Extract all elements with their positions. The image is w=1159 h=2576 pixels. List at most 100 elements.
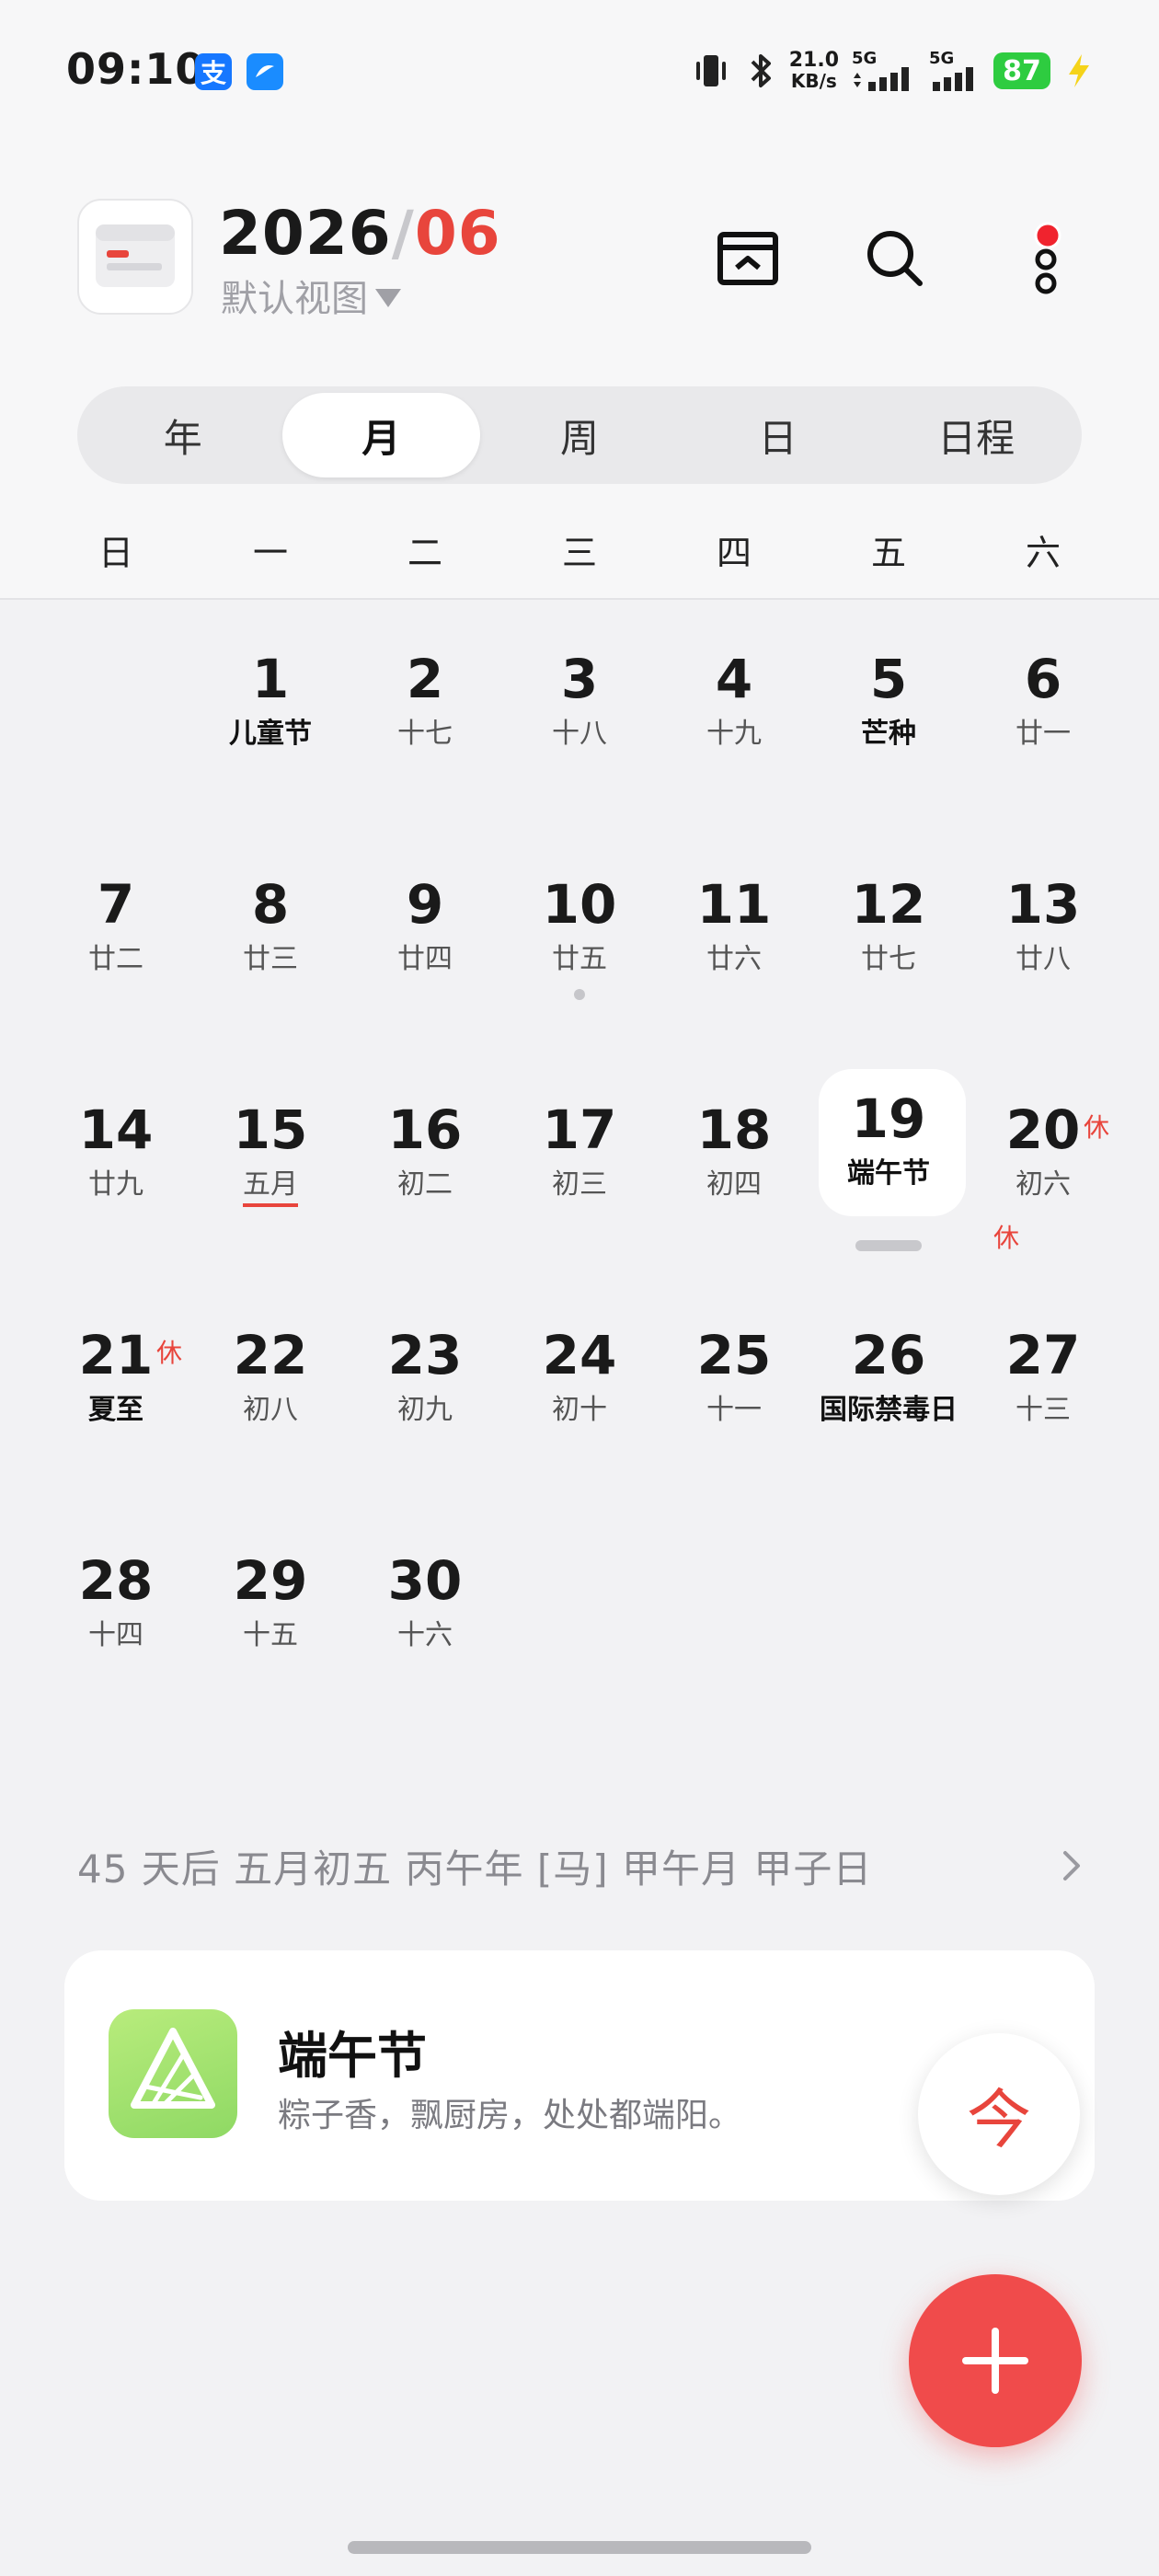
day-number: 8 bbox=[251, 873, 290, 936]
day-cell[interactable]: 3 十八 bbox=[502, 618, 657, 844]
today-button[interactable]: 今 bbox=[918, 2033, 1080, 2195]
day-cell[interactable]: 20 初六休 bbox=[966, 1069, 1120, 1294]
more-button[interactable] bbox=[1001, 217, 1084, 300]
signal-2: 5G bbox=[929, 51, 981, 91]
slash-text: / bbox=[391, 198, 415, 269]
day-cell[interactable]: 22 初八 bbox=[193, 1294, 348, 1520]
day-number: 22 bbox=[233, 1324, 308, 1386]
tab-4[interactable]: 日程 bbox=[877, 393, 1075, 477]
day-number: 7 bbox=[97, 873, 135, 936]
lunar-label: 廿六 bbox=[706, 943, 762, 975]
lunar-label: 廿三 bbox=[243, 943, 298, 975]
day-cell[interactable]: 27 十三 bbox=[966, 1294, 1120, 1520]
day-cell[interactable]: 30 十六 bbox=[348, 1520, 502, 1745]
day-number: 11 bbox=[696, 873, 772, 936]
chevron-right-icon[interactable] bbox=[1058, 1849, 1085, 1882]
tab-0[interactable]: 年 bbox=[84, 393, 282, 477]
bluetooth-icon bbox=[751, 54, 771, 87]
day-cell[interactable]: 25 十一 bbox=[657, 1294, 811, 1520]
lunar-label: 儿童节 bbox=[229, 718, 312, 750]
view-tabs: 年月周日日程 bbox=[77, 386, 1082, 484]
day-number: 26 bbox=[851, 1324, 926, 1386]
day-cell[interactable]: 14 廿九 bbox=[39, 1069, 193, 1294]
inbox-button[interactable] bbox=[706, 217, 789, 300]
alipay-icon: 支 bbox=[195, 53, 232, 90]
day-number: 6 bbox=[1024, 648, 1062, 710]
tab-3[interactable]: 日 bbox=[679, 393, 878, 477]
holiday-rest-badge: 休 bbox=[993, 1223, 1019, 1253]
battery-level: 87 bbox=[993, 52, 1050, 89]
day-cell[interactable]: 11 廿六 bbox=[657, 844, 811, 1069]
net-speed: 21.0 KB/s bbox=[788, 49, 839, 92]
lunar-label: 廿二 bbox=[88, 943, 143, 975]
search-button[interactable] bbox=[854, 217, 936, 300]
view-label: 默认视图 bbox=[221, 278, 368, 320]
festival-desc: 粽子香，飘厨房，处处都端阳。 bbox=[278, 2097, 742, 2134]
day-number: 1 bbox=[251, 648, 290, 710]
day-cell[interactable]: 23 初九 bbox=[348, 1294, 502, 1520]
holiday-rest-badge: 休 bbox=[156, 1338, 183, 1368]
lunar-label: 十一 bbox=[706, 1394, 762, 1426]
tab-1[interactable]: 月 bbox=[281, 393, 481, 477]
day-cell[interactable]: 28 十四 bbox=[39, 1520, 193, 1745]
day-cell[interactable]: 21 夏至休 bbox=[39, 1294, 193, 1520]
signal-bars-icon bbox=[933, 67, 973, 91]
weekday-label: 三 bbox=[561, 533, 597, 573]
view-selector[interactable]: 默认视图 bbox=[221, 269, 401, 322]
day-number: 5 bbox=[869, 648, 908, 710]
lunar-label: 十九 bbox=[706, 718, 762, 750]
lunar-label: 初三 bbox=[552, 1168, 607, 1201]
tab-2[interactable]: 周 bbox=[480, 393, 679, 477]
lunar-label: 国际禁毒日 bbox=[820, 1394, 958, 1426]
day-cell[interactable]: 9 廿四 bbox=[348, 844, 502, 1069]
lunar-label: 初九 bbox=[397, 1394, 453, 1426]
day-cell[interactable]: 26 国际禁毒日 bbox=[811, 1294, 966, 1520]
add-event-button[interactable] bbox=[909, 2274, 1082, 2447]
day-cell[interactable]: 16 初二 bbox=[348, 1069, 502, 1294]
home-indicator[interactable] bbox=[348, 2541, 811, 2554]
day-cell[interactable]: 8 廿三 bbox=[193, 844, 348, 1069]
weekday-label: 日 bbox=[98, 533, 133, 573]
day-cell[interactable]: 5 芒种 bbox=[811, 618, 966, 844]
day-cell[interactable]: 6 廿一 bbox=[966, 618, 1120, 844]
day-cell[interactable]: 7 廿二 bbox=[39, 844, 193, 1069]
day-cell-today[interactable]: 19 端午节休 bbox=[811, 1069, 1019, 1294]
weekday-label: 二 bbox=[407, 533, 442, 573]
day-cell[interactable]: 10 廿五 bbox=[502, 844, 657, 1069]
lunar-label: 廿七 bbox=[861, 943, 916, 975]
day-cell[interactable]: 2 十七 bbox=[348, 618, 502, 844]
lunar-info[interactable]: 45 天后 五月初五 丙午年 [马] 甲午月 甲子日 bbox=[77, 1838, 872, 1894]
lunar-label: 十四 bbox=[88, 1619, 143, 1651]
plus-icon bbox=[962, 2328, 1028, 2394]
day-cell[interactable]: 13 廿八 bbox=[966, 844, 1120, 1069]
day-cell[interactable]: 17 初三 bbox=[502, 1069, 657, 1294]
lunar-label: 十三 bbox=[1016, 1394, 1071, 1426]
zongzi-icon bbox=[109, 2009, 237, 2138]
calendar-app-icon[interactable] bbox=[77, 199, 193, 315]
lunar-label: 初十 bbox=[552, 1394, 607, 1426]
signal-bars-icon bbox=[854, 67, 909, 91]
today-indicator bbox=[855, 1240, 922, 1251]
day-number: 24 bbox=[542, 1324, 617, 1386]
lunar-label: 初二 bbox=[397, 1168, 453, 1201]
divider bbox=[0, 598, 1159, 600]
day-number: 21 bbox=[78, 1324, 154, 1386]
day-cell[interactable]: 29 十五 bbox=[193, 1520, 348, 1745]
day-number: 4 bbox=[715, 648, 753, 710]
day-cell[interactable]: 18 初四 bbox=[657, 1069, 811, 1294]
day-cell[interactable]: 24 初十 bbox=[502, 1294, 657, 1520]
day-number: 9 bbox=[406, 873, 444, 936]
day-number: 20 bbox=[1005, 1098, 1081, 1161]
day-cell[interactable]: 1 儿童节 bbox=[193, 618, 348, 844]
day-cell[interactable]: 15 五月 bbox=[193, 1069, 348, 1294]
lunar-label: 初八 bbox=[243, 1394, 298, 1426]
triangle-down-icon bbox=[375, 289, 401, 307]
status-bar: 09:10 支 21.0 KB/s 5G 5G 87 bbox=[0, 0, 1159, 138]
holiday-rest-badge: 休 bbox=[1084, 1112, 1110, 1143]
day-number: 19 bbox=[851, 1087, 926, 1150]
status-time: 09:10 bbox=[66, 44, 206, 94]
day-cell[interactable]: 4 十九 bbox=[657, 618, 811, 844]
lunar-label: 夏至 bbox=[88, 1394, 143, 1426]
year-month-title[interactable]: 2026/06 bbox=[219, 197, 501, 270]
day-cell[interactable]: 12 廿七 bbox=[811, 844, 966, 1069]
